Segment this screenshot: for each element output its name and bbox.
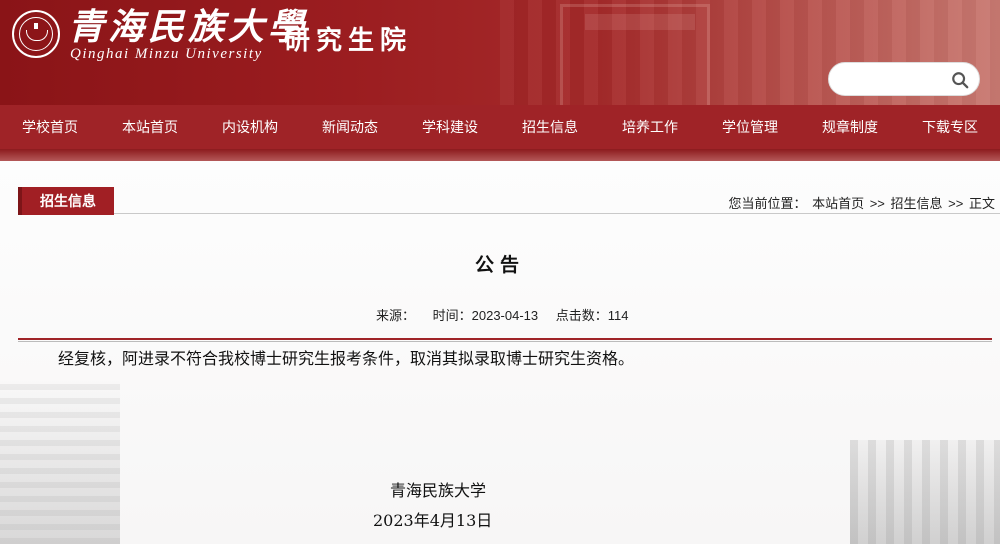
breadcrumb-link-site-home[interactable]: 本站首页 xyxy=(812,196,864,211)
section-header-line xyxy=(18,213,1000,214)
background-building-right xyxy=(850,440,1000,544)
university-emblem-icon[interactable] xyxy=(12,10,60,58)
university-name-cn[interactable]: 青海民族大學 xyxy=(68,6,308,48)
nav-item-regulations[interactable]: 规章制度 xyxy=(800,105,900,149)
breadcrumb-label: 您当前位置： xyxy=(728,196,807,211)
section-category-tab[interactable]: 招生信息 xyxy=(18,187,114,215)
article-source: 来源： xyxy=(376,308,416,323)
university-name-en[interactable]: Qinghai Minzu University xyxy=(70,46,263,63)
article-body: 经复核，阿进录不符合我校博士研究生报考条件，取消其拟录取博士研究生资格。 xyxy=(58,349,635,368)
breadcrumb-separator: >> xyxy=(869,196,885,211)
nav-item-downloads[interactable]: 下载专区 xyxy=(900,105,1000,149)
site-header: 青海民族大學 Qinghai Minzu University 研究生院 xyxy=(0,0,1000,105)
article-meta: 来源： 时间：2023-04-13 点击数：114 xyxy=(376,305,643,324)
nav-item-news[interactable]: 新闻动态 xyxy=(300,105,400,149)
breadcrumb-separator: >> xyxy=(948,196,964,211)
nav-item-training[interactable]: 培养工作 xyxy=(600,105,700,149)
signature-organization: 青海民族大学 xyxy=(390,481,487,500)
background-building-left xyxy=(0,380,120,544)
article-title: 公告 xyxy=(474,255,525,276)
header-background-plaque xyxy=(585,14,695,30)
breadcrumb-current: 正文 xyxy=(968,196,995,211)
article-divider-shadow xyxy=(18,341,992,342)
search-box xyxy=(828,62,980,96)
graduate-school-title: 研究生院 xyxy=(284,26,413,56)
signature-date: 2023年4月13日 xyxy=(373,511,493,530)
breadcrumb-link-admissions[interactable]: 招生信息 xyxy=(891,196,943,211)
article-divider xyxy=(18,338,992,340)
nav-bottom-band xyxy=(0,149,1000,161)
article-time: 时间：2023-04-13 xyxy=(432,308,539,323)
nav-item-disciplines[interactable]: 学科建设 xyxy=(400,105,500,149)
nav-item-degrees[interactable]: 学位管理 xyxy=(700,105,800,149)
search-icon[interactable] xyxy=(951,71,969,89)
article-clicks: 点击数：114 xyxy=(555,308,629,323)
main-nav: 学校首页 本站首页 内设机构 新闻动态 学科建设 招生信息 培养工作 学位管理 … xyxy=(0,105,1000,149)
nav-item-admissions[interactable]: 招生信息 xyxy=(500,105,600,149)
breadcrumb: 您当前位置： 本站首页 >> 招生信息 >> 正文 xyxy=(727,193,996,212)
nav-item-school-home[interactable]: 学校首页 xyxy=(0,105,100,149)
nav-item-site-home[interactable]: 本站首页 xyxy=(100,105,200,149)
search-input[interactable] xyxy=(841,69,949,91)
nav-item-departments[interactable]: 内设机构 xyxy=(200,105,300,149)
